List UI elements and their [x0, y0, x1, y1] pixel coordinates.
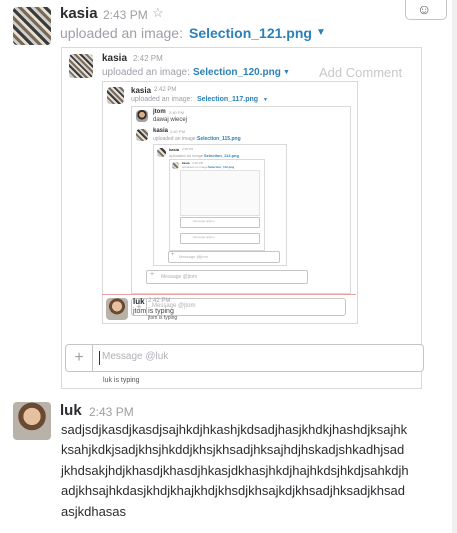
message-input: Message @jtom	[180, 217, 260, 228]
nested-image-preview: jtom 2:40 PM dawaj wiecej kasia 2:40 PM …	[131, 106, 351, 294]
nested-image-preview: kasia 2:36 PM uploaded an image: Selecti…	[169, 159, 265, 251]
uploaded-image-preview[interactable]: kasia 2:42 PM uploaded an image: Selecti…	[61, 47, 424, 389]
message-text: dawaj wiecej	[153, 117, 188, 123]
typing-indicator: jtom is typing	[148, 315, 178, 321]
file-link: Selection_117.png	[197, 96, 259, 103]
nested-image-preview: kasia 2:42 PM uploaded an image: Selecti…	[102, 81, 358, 324]
kasia-avatar[interactable]	[13, 7, 51, 45]
add-reaction-button[interactable]: ☺	[405, 0, 447, 20]
message-timestamp: 2:38 PM	[182, 147, 194, 151]
message-timestamp: 2:42 PM	[133, 54, 163, 63]
kasia-avatar	[172, 162, 179, 169]
luk-avatar[interactable]	[13, 402, 51, 440]
kasia-avatar	[107, 87, 124, 104]
message-author: jtom	[153, 109, 166, 115]
message-author[interactable]: luk	[60, 402, 82, 419]
typing-indicator: luk is typing	[103, 377, 140, 384]
file-menu-caret-icon: ▼	[283, 69, 290, 76]
message-text-line: sadjsdjkasdjkasdjsajhkdjhkashjkdsadjhasj…	[61, 422, 408, 437]
add-reaction-icon: ☺	[417, 1, 432, 17]
file-link: Selection_120.png	[193, 67, 281, 78]
message-input: Message @jtom	[180, 233, 260, 244]
message-author: kasia	[131, 86, 152, 95]
upload-action-text: uploaded an image:	[153, 136, 197, 142]
message-timestamp[interactable]: 2:43 PM	[103, 8, 148, 22]
message-input-placeholder: Message @jtom	[193, 219, 215, 223]
message-text: jtom is typing	[133, 308, 174, 315]
file-menu-caret-icon: ▼	[263, 97, 268, 103]
message-input-placeholder: Message @jtom	[179, 254, 208, 259]
jtom-avatar	[136, 110, 148, 122]
plus-button: +	[66, 345, 93, 371]
file-menu-caret-icon[interactable]: ▼	[316, 27, 326, 38]
message-input: + Message @jtom	[146, 270, 308, 284]
message-timestamp: 2:40 PM	[170, 129, 185, 134]
kasia-avatar	[136, 129, 148, 141]
message-input-placeholder: Message @jtom	[193, 235, 215, 239]
message-timestamp[interactable]: 2:43 PM	[89, 405, 134, 419]
message-text-line: asjkdhasas	[61, 504, 127, 519]
message-input: + Message @jtom	[168, 251, 280, 263]
new-messages-divider	[102, 294, 356, 295]
upload-action-text: uploaded an image:	[182, 165, 209, 169]
message-timestamp: 2:42 PM	[148, 298, 171, 304]
message-author[interactable]: kasia	[60, 5, 98, 22]
add-comment-link: Add Comment	[319, 65, 403, 80]
upload-action-text: uploaded an image:	[60, 25, 183, 41]
nested-image-preview: kasia 2:38 PM uploaded an image: Selecti…	[153, 144, 287, 266]
message-author: kasia	[169, 147, 180, 152]
message-input-placeholder: Message @luk	[102, 351, 169, 362]
message-author: kasia	[153, 128, 169, 134]
star-icon[interactable]: ☆	[152, 5, 164, 21]
message-author: luk	[133, 297, 145, 306]
message-text-line: adjkhsajhkdasjkhdjkhajkhdjkhsdjkhsajkdjk…	[61, 483, 405, 498]
text-cursor	[99, 351, 100, 365]
file-link: Selection_112.png	[208, 165, 235, 169]
plus-icon: +	[171, 252, 175, 258]
upload-action-text: uploaded an image:	[131, 96, 193, 103]
message-text-line: ksahjkdkjsadjkhsjhkddjkhsjkhsadjhksajhdj…	[61, 442, 405, 457]
message-input-placeholder: Message @jtom	[161, 274, 198, 280]
message-author: kasia	[102, 53, 128, 64]
kasia-avatar	[69, 54, 93, 78]
message-timestamp: 2:42 PM	[154, 87, 177, 93]
file-link[interactable]: Selection_121.png	[189, 25, 312, 41]
message-input: + Message @luk	[65, 344, 424, 372]
plus-icon: +	[150, 271, 155, 278]
scrollbar[interactable]	[452, 0, 457, 533]
file-link: Selection_115.png	[197, 136, 241, 142]
upload-action-text: uploaded an image:	[102, 67, 190, 78]
luk-avatar	[106, 298, 128, 320]
upload-action-text: uploaded an image:	[169, 153, 205, 158]
file-link: Selection_114.png	[204, 153, 239, 158]
kasia-avatar	[157, 148, 166, 157]
message-text-line: jkhdsakjhdjkhasdjkhasdjhkasjdkhasjhkdjha…	[61, 463, 409, 478]
message-timestamp: 2:40 PM	[169, 110, 184, 115]
nested-image-content	[180, 170, 260, 216]
